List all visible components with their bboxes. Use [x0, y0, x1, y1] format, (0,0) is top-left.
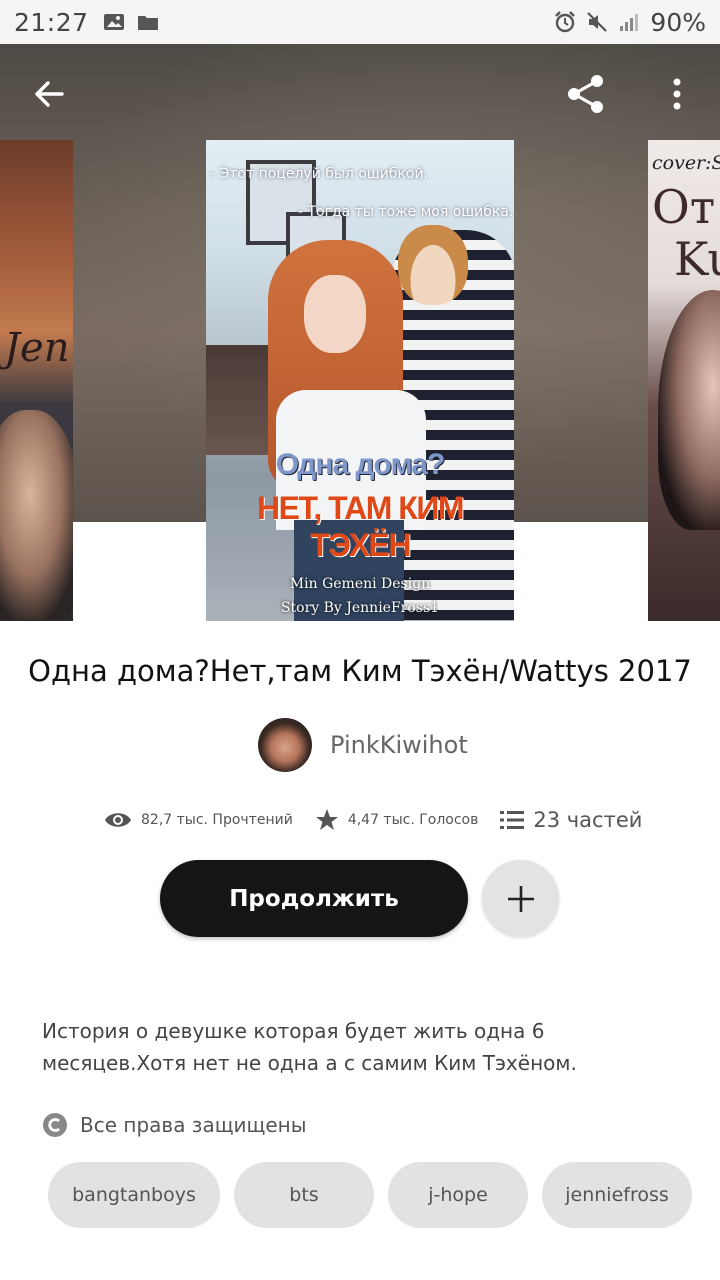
cover-girl-face	[304, 275, 366, 353]
cover-title-line-2: НЕТ, ТАМ КИМ ТЭХЁН	[257, 490, 464, 563]
cover-next-credit: cover:Se	[652, 152, 720, 174]
status-right: 90%	[554, 8, 706, 37]
stats-row: 82,7 тыс. Прочтений 4,47 тыс. Голосов 23…	[104, 802, 664, 838]
share-icon	[568, 75, 603, 113]
copyright-text: Все права защищены	[80, 1113, 307, 1137]
status-bar: 21:27 90%	[0, 0, 720, 44]
tags-row: bangtanboys bts j-hope jenniefross	[48, 1162, 720, 1228]
cover-next-title: От	[652, 180, 716, 234]
image-icon	[103, 14, 124, 30]
cover-previous[interactable]: Jen	[0, 140, 73, 621]
cover-credit-design: Min Gemeni Design	[289, 576, 431, 592]
battery-level: 90%	[650, 7, 706, 37]
arrow-left-icon	[35, 81, 64, 107]
alarm-icon	[555, 11, 576, 33]
story-description: История о девушке которая будет жить одн…	[42, 1019, 577, 1075]
cover-quote-1: - Этот поцелуй был ошибкой.	[210, 166, 429, 182]
signal-icon	[620, 14, 639, 31]
tag-chip[interactable]: bts	[234, 1162, 374, 1228]
cover-quote-2: - Тогда ты тоже моя ошибка.	[298, 204, 514, 220]
list-icon	[500, 811, 525, 829]
tag-chip[interactable]: j-hope	[388, 1162, 528, 1228]
continue-reading-button[interactable]: Продолжить	[160, 860, 468, 937]
reads-count: 82,7 тыс. Прочтений	[141, 812, 293, 828]
reads-stat: 82,7 тыс. Прочтений	[104, 810, 293, 830]
cover-next-title-2: Ku	[674, 232, 720, 286]
cover-previous-portrait	[0, 410, 73, 620]
author-name[interactable]: PinkKiwihot	[330, 731, 468, 759]
cover-current[interactable]: - Этот поцелуй был ошибкой. - Тогда ты т…	[206, 140, 514, 621]
tag-chip[interactable]: jenniefross	[542, 1162, 692, 1228]
cover-credit-story: Story By JennieFross1	[280, 600, 440, 616]
star-icon	[315, 809, 338, 830]
parts-stat[interactable]: 23 частей	[500, 808, 642, 832]
votes-count: 4,47 тыс. Голосов	[347, 812, 479, 828]
cover-next-portrait	[658, 290, 720, 530]
cover-next[interactable]: cover:Se От Ku	[648, 140, 720, 621]
votes-stat: 4,47 тыс. Голосов	[315, 808, 479, 832]
plus-icon	[507, 885, 534, 912]
cover-previous-text: Jen	[4, 325, 70, 371]
add-to-library-button[interactable]	[482, 860, 559, 937]
cover-boy-head	[398, 225, 468, 305]
back-button[interactable]	[23, 68, 75, 120]
status-time: 21:27	[14, 7, 89, 37]
tag-chip[interactable]: bangtanboys	[48, 1162, 220, 1228]
story-title: Одна дома?Нет,там Ким Тэхён/Wattys 2017	[28, 654, 692, 688]
author-row[interactable]: PinkKiwihot	[258, 718, 468, 772]
status-left-icons	[103, 12, 159, 32]
author-avatar[interactable]	[258, 718, 312, 772]
copyright-row: Все права защищены	[42, 1112, 307, 1138]
share-button[interactable]	[560, 68, 612, 120]
parts-count[interactable]: 23 частей	[533, 808, 642, 832]
eye-icon	[105, 813, 131, 827]
mute-icon	[587, 12, 608, 32]
copyright-icon	[43, 1113, 67, 1137]
folder-icon	[137, 16, 158, 30]
cover-title-line-1: Одна дома?	[275, 448, 446, 481]
more-options-button[interactable]	[651, 68, 703, 120]
more-vertical-icon	[673, 78, 681, 110]
